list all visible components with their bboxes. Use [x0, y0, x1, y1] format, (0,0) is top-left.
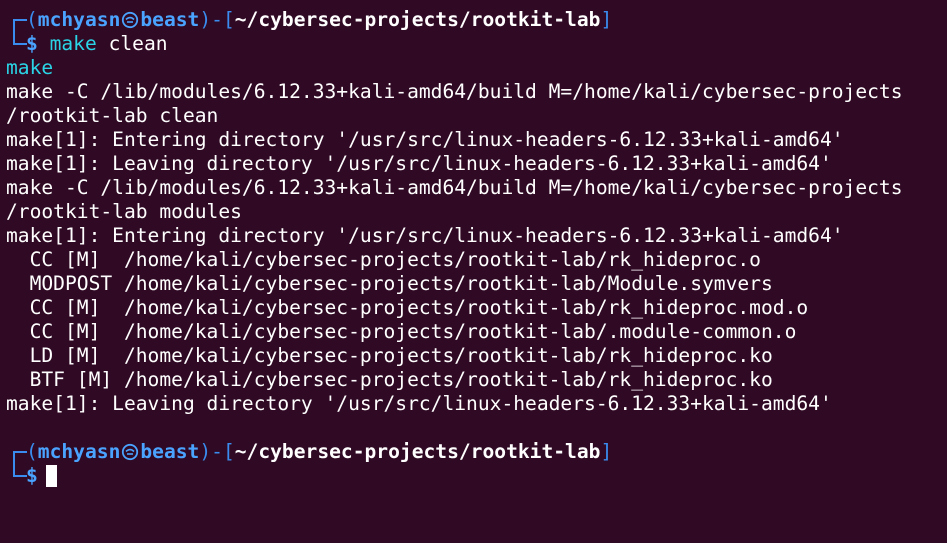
- command-output: make make -C /lib/modules/6.12.33+kali-a…: [6, 56, 947, 416]
- text-cursor[interactable]: [45, 465, 57, 487]
- kali-skull-icon: [122, 443, 139, 461]
- prompt-corner-bottom-icon: [6, 32, 27, 56]
- prompt-corner-top-icon: [6, 440, 27, 466]
- output-line: make[1]: Entering directory '/usr/src/li…: [6, 224, 844, 247]
- prompt-close-bracket: ]: [600, 8, 613, 31]
- output-line: BTF [M] /home/kali/cybersec-projects/roo…: [6, 368, 773, 391]
- output-line: LD [M] /home/kali/cybersec-projects/root…: [6, 344, 773, 367]
- prompt-close-bracket: ]: [600, 440, 613, 463]
- prompt-header-1: ( mchyasn beast ) - [ ~/cybersec-project…: [6, 8, 947, 34]
- command-arg: clean: [108, 32, 168, 55]
- output-line: /rootkit-lab modules: [6, 200, 242, 223]
- prompt-dollar: $: [26, 464, 38, 487]
- output-line: CC [M] /home/kali/cybersec-projects/root…: [6, 296, 809, 319]
- command-name: make: [49, 32, 97, 55]
- terminal-window[interactable]: ( mchyasn beast ) - [ ~/cybersec-project…: [0, 0, 947, 543]
- prompt-open-paren: (: [26, 440, 38, 463]
- output-line: make[1]: Leaving directory '/usr/src/lin…: [6, 152, 832, 175]
- output-line: /rootkit-lab clean: [6, 104, 219, 127]
- prompt-close-paren: ): [199, 440, 212, 463]
- prompt-header-2: ( mchyasn beast ) - [ ~/cybersec-project…: [6, 440, 947, 466]
- output-line: CC [M] /home/kali/cybersec-projects/root…: [6, 248, 761, 271]
- prompt-corner-bottom-icon: [6, 464, 27, 488]
- output-line: MODPOST /home/kali/cybersec-projects/roo…: [6, 272, 773, 295]
- output-line: CC [M] /home/kali/cybersec-projects/root…: [6, 320, 797, 343]
- prompt-corner-top-icon: [6, 8, 27, 34]
- prompt-user: mchyasn: [37, 8, 121, 31]
- output-line: make -C /lib/modules/6.12.33+kali-amd64/…: [6, 176, 903, 199]
- prompt-close-paren: ): [199, 8, 212, 31]
- prompt-dash: -: [211, 8, 223, 31]
- prompt-host: beast: [140, 8, 200, 31]
- output-line: make[1]: Entering directory '/usr/src/li…: [6, 128, 844, 151]
- prompt-user: mchyasn: [37, 440, 121, 463]
- prompt-dollar: $: [26, 32, 38, 55]
- prompt-open-bracket: [: [222, 8, 235, 31]
- output-line: make: [6, 56, 54, 79]
- prompt-open-paren: (: [26, 8, 38, 31]
- output-line: make[1]: Leaving directory '/usr/src/lin…: [6, 392, 832, 415]
- prompt-path: ~/cybersec-projects/rootkit-lab: [234, 8, 601, 31]
- prompt-input-line-2[interactable]: $: [6, 464, 947, 488]
- prompt-host: beast: [140, 440, 200, 463]
- prompt-path: ~/cybersec-projects/rootkit-lab: [234, 440, 601, 463]
- prompt-open-bracket: [: [222, 440, 235, 463]
- prompt-dash: -: [211, 440, 223, 463]
- kali-skull-icon: [122, 11, 139, 29]
- prompt-input-line-1: $ make clean: [6, 32, 947, 56]
- output-line: make -C /lib/modules/6.12.33+kali-amd64/…: [6, 80, 903, 103]
